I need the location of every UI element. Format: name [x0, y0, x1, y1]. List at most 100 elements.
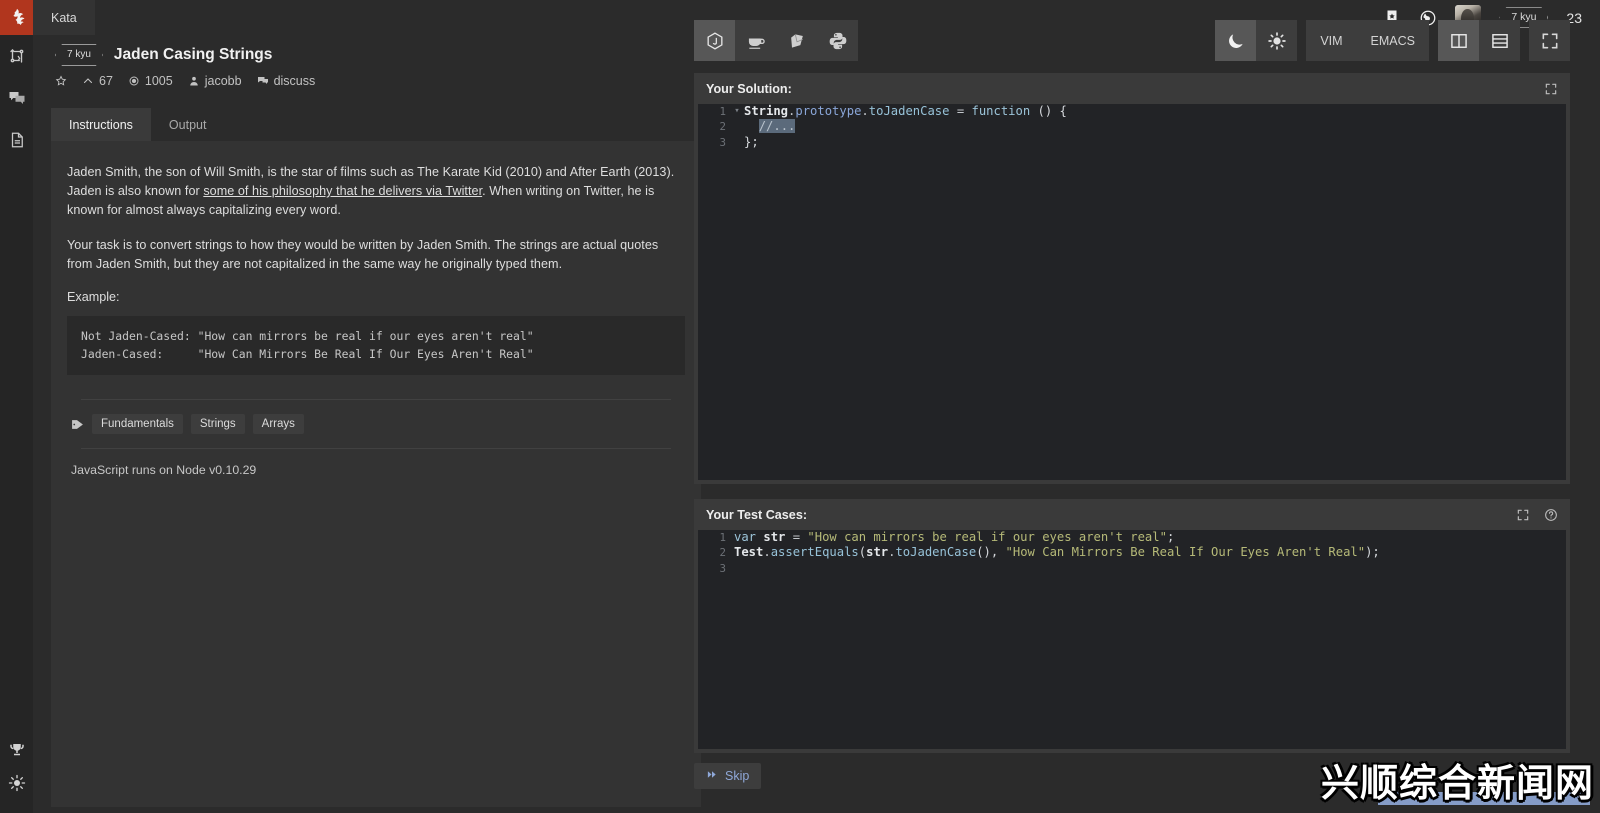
code-line: 3	[698, 561, 1566, 576]
test-cases-header-actions	[1516, 508, 1558, 522]
instructions-panel: Instructions Output Jaden Smith, the son…	[51, 108, 701, 807]
tag-fundamentals[interactable]: Fundamentals	[92, 414, 183, 434]
help-circle-icon[interactable]	[1544, 508, 1558, 522]
tab-instructions-label: Instructions	[69, 117, 133, 132]
discuss-link[interactable]: discuss	[257, 74, 316, 88]
line-number: 2	[719, 546, 726, 560]
sun-icon[interactable]	[1256, 20, 1297, 61]
split-vertical-icon[interactable]	[1438, 20, 1479, 61]
tab-output[interactable]: Output	[151, 108, 225, 141]
code-line: 2 Test.assertEquals(str.toJadenCase(), "…	[698, 545, 1566, 560]
test-cases-editor[interactable]: 1 var str = "How can mirrors be real if …	[698, 530, 1566, 749]
solution-panel-header: Your Solution:	[694, 73, 1570, 104]
kata-author-name: jacobb	[204, 74, 242, 88]
upvote-value: 67	[99, 74, 113, 88]
example-code-block: Not Jaden-Cased: "How can mirrors be rea…	[67, 316, 685, 375]
code-line: 2 //...	[698, 119, 1566, 134]
runtime-note: JavaScript runs on Node v0.10.29	[71, 463, 257, 477]
solution-panel: Your Solution: 1 ▾ String.prototype.toJa	[694, 73, 1570, 484]
layout-selector	[1438, 20, 1520, 61]
line-number: 3	[719, 135, 726, 149]
code-text: Test.assertEquals(str.toJadenCase(), "Ho…	[734, 545, 1380, 560]
sidebar-item-leaderboards[interactable]	[0, 729, 33, 771]
divider-below-tags	[81, 448, 671, 449]
fold-marker	[732, 135, 742, 150]
code-line: 1 var str = "How can mirrors be real if …	[698, 530, 1566, 545]
code-text: var str = "How can mirrors be real if ou…	[734, 530, 1175, 544]
skip-label: Skip	[725, 769, 750, 783]
test-cases-panel-header: Your Test Cases:	[694, 499, 1570, 530]
main-body: Kata 7 kyu 23 7 kyu Jaden Casing Strings…	[33, 0, 1600, 813]
tab-instructions[interactable]: Instructions	[51, 108, 151, 141]
sidebar-item-discussions[interactable]	[0, 77, 33, 119]
codewars-kata-page: Kata 7 kyu 23 7 kyu Jaden Casing Strings…	[0, 0, 1600, 813]
philosophy-link[interactable]: some of his philosophy that he delivers …	[203, 184, 482, 198]
theme-selector	[1215, 20, 1298, 61]
fold-marker	[732, 119, 742, 134]
example-label: Example:	[67, 290, 120, 304]
code-line: 3 };	[698, 135, 1566, 150]
split-horizontal-icon[interactable]	[1479, 20, 1520, 61]
tab-kata-label: Kata	[51, 10, 77, 25]
code-line: 1 ▾ String.prototype.toJadenCase = funct…	[698, 104, 1566, 119]
tag-arrays[interactable]: Arrays	[252, 414, 304, 434]
editor-toolbar: VIM EMACS	[694, 20, 1570, 61]
divider-above-tags	[81, 399, 671, 400]
fast-forward-icon	[706, 769, 718, 783]
line-number: 2	[719, 120, 726, 134]
tag-row: Fundamentals Strings Arrays	[67, 414, 685, 448]
ruby-icon[interactable]	[776, 20, 817, 61]
moon-icon[interactable]	[1215, 20, 1257, 61]
keymap-selector: VIM EMACS	[1306, 20, 1429, 61]
codewars-logo[interactable]	[0, 0, 33, 35]
kata-meta: 67 1005 jacobb discuss	[55, 74, 323, 88]
sidebar-item-kata[interactable]	[0, 35, 33, 77]
keymap-emacs-label: EMACS	[1370, 33, 1415, 48]
fullscreen-group	[1529, 20, 1570, 61]
nodejs-icon[interactable]	[694, 20, 735, 61]
completed-count: 1005	[128, 74, 173, 88]
line-number: 1	[719, 531, 726, 544]
keymap-emacs-button[interactable]: EMACS	[1356, 20, 1429, 61]
instructions-content: Jaden Smith, the son of Will Smith, is t…	[51, 141, 701, 477]
discuss-label: discuss	[273, 74, 316, 88]
footer-actions: Skip	[694, 763, 762, 789]
editor-side: VIM EMACS Your Solution: 1 ▾ String.prot…	[694, 0, 1600, 813]
python-icon[interactable]	[817, 20, 858, 61]
code-text: String.prototype.toJadenCase = function …	[744, 104, 1067, 118]
star-outline-icon[interactable]	[55, 75, 67, 87]
sidebar-item-beta[interactable]	[0, 771, 33, 813]
page-title: Jaden Casing Strings	[113, 46, 273, 63]
line-number: 3	[719, 561, 726, 575]
sidebar-item-docs[interactable]	[0, 119, 33, 161]
tag-strings[interactable]: Strings	[190, 414, 245, 434]
fold-marker[interactable]: ▾	[732, 104, 742, 119]
editor-toolbar-right: VIM EMACS	[1215, 20, 1570, 61]
test-cases-panel: Your Test Cases: 1 var str = "How can mi…	[694, 499, 1570, 753]
expand-icon[interactable]	[1544, 82, 1558, 96]
watermark-text: 兴顺综合新闻网	[1320, 761, 1594, 805]
solution-editor[interactable]: 1 ▾ String.prototype.toJadenCase = funct…	[698, 104, 1566, 480]
code-text: };	[744, 134, 759, 149]
kata-title-row: 7 kyu Jaden Casing Strings	[55, 44, 323, 66]
kata-header: 7 kyu Jaden Casing Strings 67 1005 jacob…	[55, 44, 323, 88]
java-icon[interactable]	[735, 20, 776, 61]
left-sidebar	[0, 0, 33, 813]
skip-button[interactable]: Skip	[694, 763, 762, 789]
language-selector	[694, 20, 858, 61]
tab-output-label: Output	[168, 117, 207, 132]
tab-kata[interactable]: Kata	[33, 0, 95, 35]
keymap-vim-button[interactable]: VIM	[1306, 20, 1357, 61]
upvote-count[interactable]: 67	[82, 74, 113, 88]
code-text: //...	[742, 119, 796, 134]
solution-title: Your Solution:	[706, 81, 792, 96]
kata-rank-badge: 7 kyu	[55, 44, 103, 66]
solution-header-actions	[1544, 82, 1558, 96]
kata-author[interactable]: jacobb	[188, 74, 242, 88]
tag-icon	[71, 418, 84, 431]
keymap-vim-label: VIM	[1320, 33, 1343, 48]
description-paragraph-2: Your task is to convert strings to how t…	[67, 238, 659, 271]
fullscreen-icon[interactable]	[1529, 20, 1570, 61]
expand-icon[interactable]	[1516, 508, 1530, 522]
line-number: 1	[719, 105, 726, 118]
